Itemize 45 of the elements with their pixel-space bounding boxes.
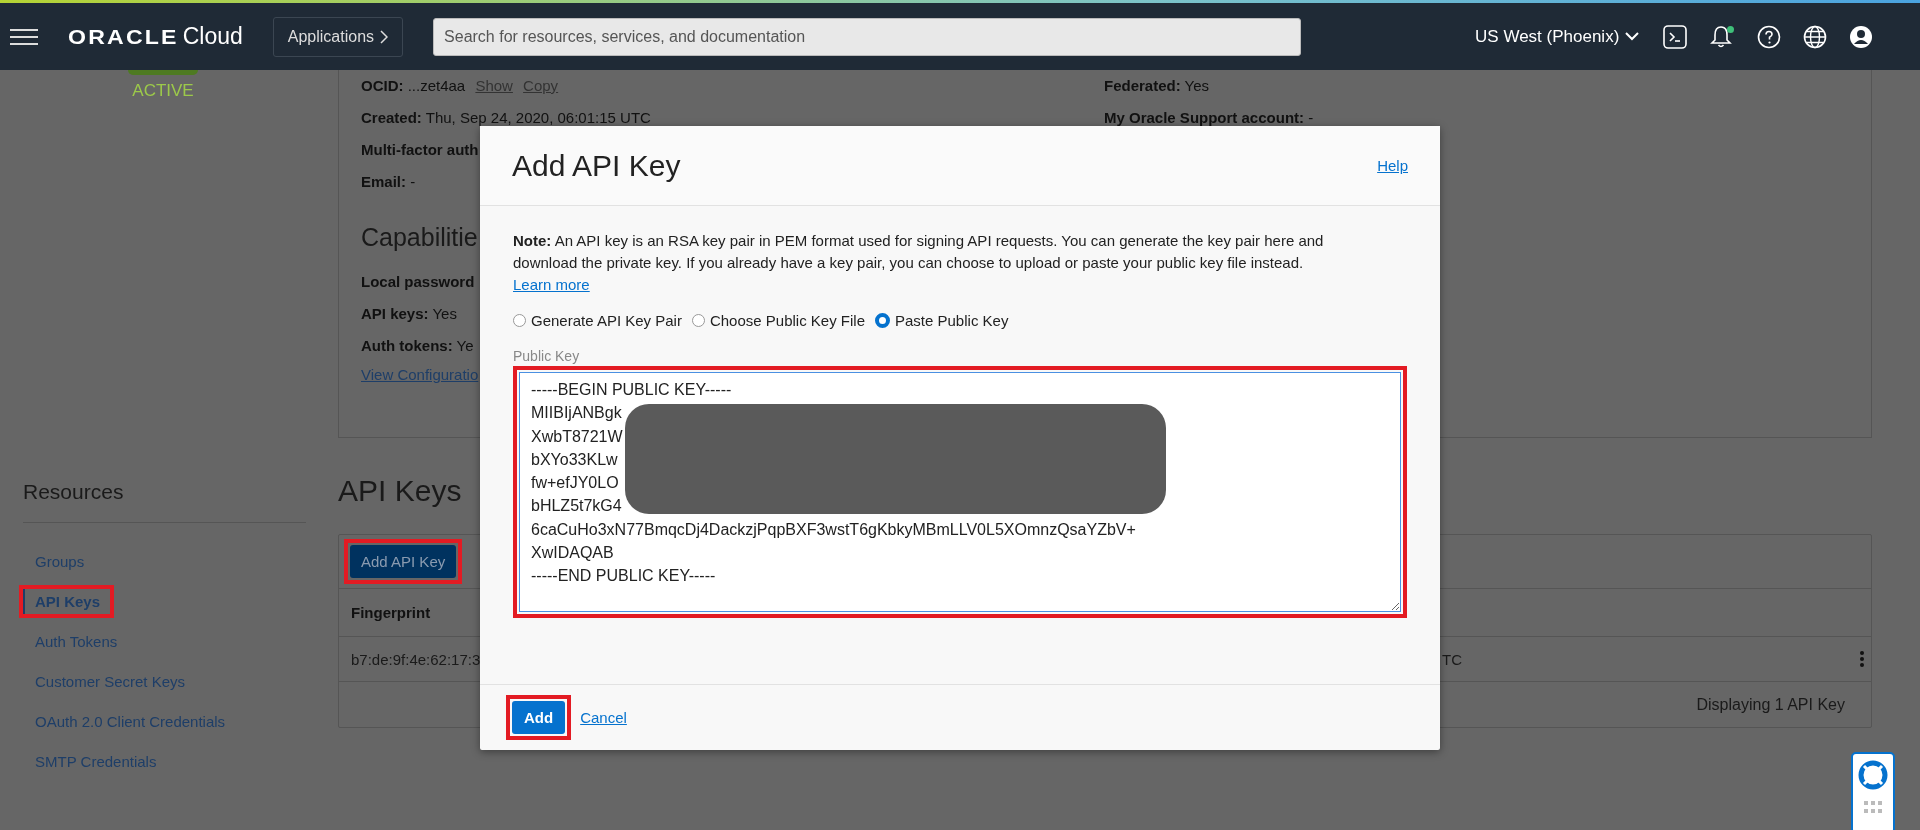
user-avatar-icon[interactable]	[1849, 24, 1874, 49]
column-header: Fingerprint	[351, 604, 431, 621]
menu-icon[interactable]	[10, 26, 38, 47]
lifebuoy-icon[interactable]	[1857, 759, 1889, 791]
detail-text: Email: -	[361, 172, 416, 192]
more-options-icon[interactable]	[1859, 650, 1865, 668]
terminal-icon[interactable]	[1663, 24, 1688, 49]
globe-icon[interactable]	[1803, 24, 1828, 49]
detail-text: My Oracle Support account: -	[1104, 108, 1314, 128]
radio-label[interactable]: Generate API Key Pair	[531, 311, 682, 329]
field-label: Public Key	[513, 348, 581, 364]
region-selector[interactable]: US West (Phoenix)	[1475, 26, 1640, 47]
table-cell-text: TC	[1442, 650, 1463, 668]
section-heading: Capabilitie	[361, 222, 478, 253]
detail-text: API keys: Yes	[361, 304, 457, 324]
add-api-key-button[interactable]: Add API Key	[350, 545, 457, 578]
detail-text: Auth tokens: Ye	[361, 336, 474, 356]
radio-label[interactable]: Paste Public Key	[895, 311, 1009, 329]
note-text: Note: An API key is an RSA key pair in PEM format used for signing API requests. You can generate the key pair here and download the private key. If you already have a key pair, you can choose to upload or paste your public key file instead. Learn more	[513, 231, 1325, 295]
table-footer-text: Displaying 1 API Key	[1696, 695, 1845, 714]
detail-text: Local password	[361, 272, 475, 292]
detail-text: Created: Thu, Sep 24, 2020, 06:01:15 UTC	[361, 108, 651, 128]
applications-button[interactable]: Applications	[272, 16, 404, 57]
oracle-cloud-logo[interactable]: ORACLE Cloud	[68, 23, 243, 50]
section-heading: API Keys	[338, 474, 462, 508]
radio-button[interactable]	[875, 312, 890, 328]
learn-more-link[interactable]: Learn more	[513, 276, 590, 293]
detail-text: Multi-factor auth	[361, 140, 479, 160]
grid-dots-icon[interactable]	[1864, 801, 1882, 813]
radio-button[interactable]	[691, 313, 705, 327]
chevron-right-icon[interactable]	[380, 29, 389, 44]
radio-label[interactable]: Choose Public Key File	[709, 311, 865, 329]
dialog-title: Add API Key	[512, 148, 681, 183]
status-label: ACTIVE	[132, 81, 194, 101]
help-icon[interactable]	[1757, 24, 1782, 49]
chevron-down-icon[interactable]	[1625, 32, 1640, 41]
sidebar-heading: Resources	[23, 480, 125, 505]
search-field[interactable]: Search for resources, services, and documentation	[433, 17, 1302, 56]
table-cell-text: b7:de:9f:4e:62:17:3	[351, 650, 482, 668]
add-button[interactable]: Add	[512, 701, 566, 734]
help-widget[interactable]	[1851, 752, 1895, 830]
radio-button[interactable]	[513, 313, 526, 327]
cancel-link[interactable]: Cancel	[580, 709, 627, 726]
detail-text: Federated: Yes	[1104, 76, 1210, 96]
help-link[interactable]: Help	[1377, 157, 1408, 174]
